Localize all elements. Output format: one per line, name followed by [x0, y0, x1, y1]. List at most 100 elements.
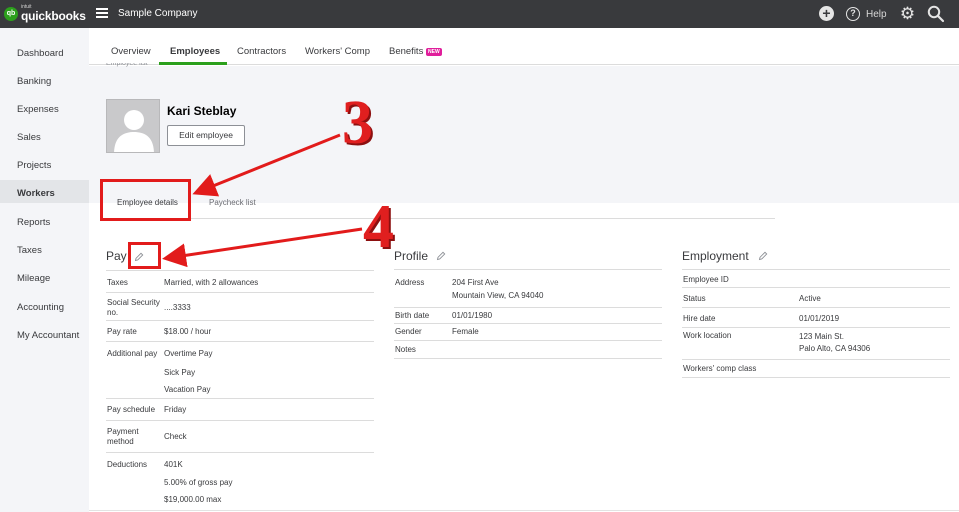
hamburger-menu-icon[interactable]	[96, 8, 108, 18]
profile-notes-label: Notes	[395, 345, 416, 354]
annotation-number-4: 4	[363, 193, 394, 261]
tab-employees[interactable]: Employees	[170, 46, 220, 57]
avatar	[106, 99, 160, 153]
quickbooks-logo[interactable]: qb intuit quickbooks	[4, 5, 86, 22]
divider	[682, 327, 950, 328]
divider	[394, 340, 662, 341]
pay-section-title: Pay	[106, 249, 127, 263]
pay-method-label: Payment method	[107, 427, 139, 446]
sidebar-item-dashboard[interactable]: Dashboard	[17, 48, 63, 59]
divider	[394, 358, 662, 359]
pay-additional-value-2: Sick Pay	[164, 368, 196, 377]
divider	[682, 287, 950, 288]
qb-logo-icon: qb	[4, 6, 18, 21]
tab-workers-comp[interactable]: Workers' Comp	[305, 46, 370, 57]
divider	[106, 292, 374, 293]
sidebar-item-expenses[interactable]: Expenses	[17, 104, 59, 115]
divider	[682, 307, 950, 308]
gear-icon[interactable]: ⚙	[899, 5, 916, 22]
pay-rate-label: Pay rate	[107, 327, 137, 336]
employee-name: Kari Steblay	[167, 104, 237, 118]
tab-benefits[interactable]: Benefits	[389, 46, 423, 57]
sidebar-item-reports[interactable]: Reports	[17, 217, 50, 228]
pay-deductions-value-2: 5.00% of gross pay	[164, 478, 233, 487]
sidebar-item-mileage[interactable]: Mileage	[17, 273, 50, 284]
pay-schedule-value: Friday	[164, 405, 187, 414]
divider	[682, 269, 950, 270]
sidebar-item-banking[interactable]: Banking	[17, 76, 51, 87]
employment-status-value: Active	[799, 294, 821, 303]
divider	[106, 398, 374, 399]
employment-location-line-2: Palo Alto, CA 94306	[799, 344, 871, 353]
tab-contractors[interactable]: Contractors	[237, 46, 286, 57]
pay-additional-value-1: Overtime Pay	[164, 349, 213, 358]
subtab-paycheck-list[interactable]: Paycheck list	[209, 198, 256, 207]
employment-edit-pencil-icon[interactable]	[758, 251, 768, 261]
top-bar: qb intuit quickbooks Sample Company + ? …	[0, 0, 959, 28]
help-button[interactable]: ? Help	[846, 7, 887, 21]
profile-address-line-1: 204 First Ave	[452, 278, 499, 287]
pay-deductions-value-1: 401K	[164, 460, 183, 469]
logo-quickbooks-text: quickbooks	[21, 9, 86, 23]
pay-taxes-label: Taxes	[107, 278, 128, 287]
divider	[106, 270, 374, 271]
employment-comp-class-label: Workers' comp class	[683, 364, 757, 373]
sidebar-item-accounting[interactable]: Accounting	[17, 302, 64, 313]
sidebar-item-sales[interactable]: Sales	[17, 132, 41, 143]
divider	[106, 420, 374, 421]
employment-section-title: Employment	[682, 249, 749, 263]
tab-overview[interactable]: Overview	[111, 46, 151, 57]
profile-address-line-2: Mountain View, CA 94040	[452, 291, 544, 300]
pay-deductions-label: Deductions	[107, 460, 148, 469]
sidebar-item-workers[interactable]: Workers	[17, 188, 55, 199]
pay-method-value: Check	[164, 432, 187, 441]
employee-header: Employee list Kari Steblay Edit employee	[89, 63, 959, 203]
bottom-divider	[89, 510, 959, 511]
new-badge: NEW	[426, 48, 442, 56]
pay-taxes-value: Married, with 2 allowances	[164, 278, 259, 287]
employment-id-label: Employee ID	[683, 275, 729, 284]
help-icon: ?	[846, 7, 860, 21]
pay-additional-label: Additional pay	[107, 349, 158, 358]
plus-icon[interactable]: +	[819, 6, 834, 21]
pay-schedule-label: Pay schedule	[107, 405, 156, 414]
left-nav: Dashboard Banking Expenses Sales Project…	[0, 28, 89, 512]
employment-hire-value: 01/01/2019	[799, 314, 840, 323]
divider	[394, 269, 662, 270]
profile-address-label: Address	[395, 278, 425, 287]
profile-gender-value: Female	[452, 327, 479, 336]
pay-deductions-value-3: $19,000.00 max	[164, 495, 222, 504]
divider	[682, 359, 950, 360]
divider	[682, 377, 950, 378]
employment-hire-label: Hire date	[683, 314, 716, 323]
pay-edit-pencil-icon[interactable]	[134, 252, 144, 262]
employment-location-label: Work location	[683, 331, 732, 340]
workers-tabs: Overview Employees Contractors Workers' …	[89, 28, 959, 65]
employment-status-label: Status	[683, 294, 706, 303]
profile-section-title: Profile	[394, 249, 429, 263]
profile-edit-pencil-icon[interactable]	[436, 251, 446, 261]
sidebar-item-taxes[interactable]: Taxes	[17, 245, 42, 256]
breadcrumb-employee-list[interactable]: Employee list	[106, 63, 148, 67]
divider	[394, 307, 662, 308]
edit-employee-button[interactable]: Edit employee	[167, 125, 245, 146]
subtab-employee-details[interactable]: Employee details	[117, 198, 178, 207]
company-name: Sample Company	[118, 8, 198, 19]
divider	[394, 323, 662, 324]
divider	[106, 320, 374, 321]
sidebar-item-projects[interactable]: Projects	[17, 160, 51, 171]
active-tab-indicator	[159, 62, 227, 65]
subtabs-divider	[103, 218, 775, 219]
person-placeholder-icon	[114, 110, 154, 152]
search-icon[interactable]	[927, 5, 945, 23]
annotation-number-3: 3	[342, 89, 373, 157]
profile-birthdate-value: 01/01/1980	[452, 311, 493, 320]
pay-ssn-label: Social Security no.	[107, 298, 160, 317]
sidebar-item-my-accountant[interactable]: My Accountant	[17, 330, 79, 341]
employment-location-line-1: 123 Main St.	[799, 332, 844, 341]
divider	[106, 452, 374, 453]
main-content: Overview Employees Contractors Workers' …	[89, 28, 959, 512]
profile-gender-label: Gender	[395, 327, 422, 336]
pay-rate-value: $18.00 / hour	[164, 327, 212, 336]
profile-birthdate-label: Birth date	[395, 311, 430, 320]
